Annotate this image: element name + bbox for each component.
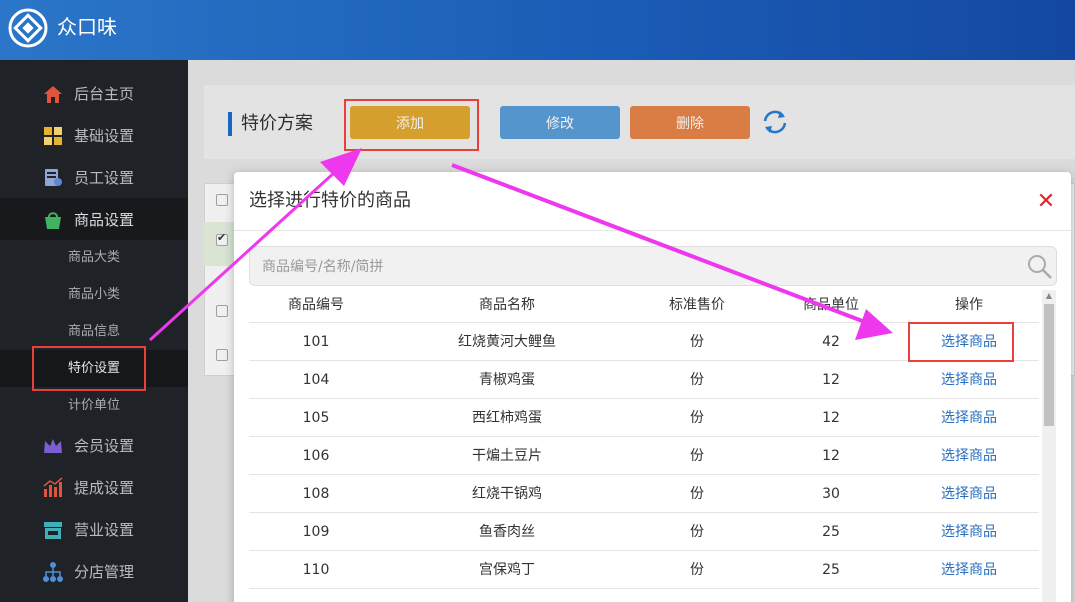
scrollbar-thumb[interactable] — [1044, 304, 1054, 426]
sidebar-item-member-settings[interactable]: 会员设置 — [0, 424, 188, 466]
sidebar-item-label: 员工设置 — [74, 169, 135, 187]
table-row: 104 青椒鸡蛋 份 12 选择商品 — [249, 360, 1039, 398]
sidebar-item-label: 分店管理 — [74, 563, 135, 581]
sidebar-sub-item-label: 商品小类 — [68, 287, 121, 302]
sidebar-item-label: 基础设置 — [74, 127, 135, 145]
bag-icon — [45, 212, 61, 229]
sidebar-item-label: 商品设置 — [74, 211, 135, 229]
goods-name: 鱼香肉丝 — [479, 524, 535, 540]
highlight-box-select-goods — [908, 322, 1014, 362]
goods-name: 西红柿鸡蛋 — [472, 410, 542, 426]
goods-price: 份 — [690, 372, 704, 388]
goods-code: 110 — [302, 562, 330, 578]
sidebar-sub-item-label: 商品信息 — [68, 324, 121, 339]
sidebar-item-goods-settings[interactable]: 商品设置 — [0, 198, 188, 240]
goods-unit: 12 — [822, 410, 840, 426]
table-row: 109 鱼香肉丝 份 25 选择商品 — [249, 512, 1039, 550]
goods-code: 108 — [302, 486, 330, 502]
close-icon[interactable]: ✕ — [1034, 190, 1058, 214]
sidebar-item-label: 会员设置 — [74, 437, 135, 455]
goods-price: 份 — [690, 524, 704, 540]
goods-price: 份 — [690, 334, 704, 350]
store-icon — [44, 522, 62, 539]
goods-unit: 25 — [822, 562, 840, 578]
goods-code: 101 — [302, 334, 330, 350]
select-goods-link[interactable]: 选择商品 — [899, 437, 1039, 475]
sitemap-icon — [43, 562, 63, 582]
sidebar-sub-item-label: 计价单位 — [68, 398, 121, 413]
column-header-action: 操作 — [955, 297, 983, 313]
highlight-box-add — [344, 99, 479, 151]
table-row: 105 西红柿鸡蛋 份 12 选择商品 — [249, 398, 1039, 436]
column-header-unit: 商品单位 — [803, 297, 859, 313]
column-header-price: 标准售价 — [669, 297, 725, 313]
sidebar-item-label: 提成设置 — [74, 479, 135, 497]
grid-icon — [44, 127, 62, 145]
goods-price: 份 — [690, 448, 704, 464]
goods-price: 份 — [690, 410, 704, 426]
sidebar-sub-item-goods-info[interactable]: 商品信息 — [0, 313, 188, 350]
goods-name: 红烧黄河大鲤鱼 — [458, 334, 556, 350]
goods-unit: 12 — [822, 372, 840, 388]
scroll-up-icon[interactable]: ▲ — [1042, 290, 1056, 302]
goods-price: 份 — [690, 486, 704, 502]
goods-name: 干煸土豆片 — [472, 448, 542, 464]
select-goods-link[interactable]: 选择商品 — [899, 361, 1039, 399]
table-row — [249, 588, 1039, 602]
goods-unit: 30 — [822, 486, 840, 502]
divider — [234, 230, 1071, 231]
goods-unit: 25 — [822, 524, 840, 540]
sidebar-item-basic-settings[interactable]: 基础设置 — [0, 114, 188, 156]
sidebar-sub-item-unit[interactable]: 计价单位 — [0, 387, 188, 424]
highlight-box-special-price — [32, 346, 146, 391]
select-goods-link[interactable]: 选择商品 — [899, 475, 1039, 513]
sidebar-sub-item-subcategory[interactable]: 商品小类 — [0, 276, 188, 313]
sidebar-item-business-settings[interactable]: 营业设置 — [0, 508, 188, 550]
sidebar-item-staff-settings[interactable]: 员工设置 — [0, 156, 188, 198]
select-goods-link[interactable]: 选择商品 — [899, 551, 1039, 589]
goods-name: 青椒鸡蛋 — [479, 372, 535, 388]
table-row: 110 宫保鸡丁 份 25 选择商品 — [249, 550, 1039, 588]
sidebar-item-label: 营业设置 — [74, 521, 135, 539]
home-icon — [44, 86, 62, 103]
goods-code: 105 — [302, 410, 330, 426]
goods-name: 宫保鸡丁 — [479, 562, 535, 578]
search-input[interactable] — [262, 256, 1002, 278]
goods-unit: 42 — [822, 334, 840, 350]
sidebar-item-commission-settings[interactable]: 提成设置 — [0, 466, 188, 508]
goods-name: 红烧干锅鸡 — [472, 486, 542, 502]
column-header-name: 商品名称 — [479, 297, 535, 313]
column-header-code: 商品编号 — [288, 297, 344, 313]
sidebar-sub-item-label: 商品大类 — [68, 250, 121, 265]
search-box — [249, 246, 1057, 286]
modal-title: 选择进行特价的商品 — [249, 190, 411, 211]
sidebar-sub-item-category[interactable]: 商品大类 — [0, 239, 188, 276]
logo-icon — [8, 8, 48, 48]
sidebar-item-label: 后台主页 — [74, 85, 135, 103]
staff-icon — [45, 169, 62, 186]
table-row: 108 红烧干锅鸡 份 30 选择商品 — [249, 474, 1039, 512]
search-icon[interactable] — [1026, 253, 1054, 281]
sidebar-item-home[interactable]: 后台主页 — [0, 72, 188, 114]
chart-icon — [43, 477, 63, 497]
top-header: 众口味 — [0, 0, 1075, 60]
crown-icon — [44, 439, 62, 453]
select-goods-link[interactable]: 选择商品 — [899, 513, 1039, 551]
goods-code: 106 — [302, 448, 330, 464]
goods-price: 份 — [690, 562, 704, 578]
app-title: 众口味 — [57, 15, 117, 39]
select-goods-link[interactable]: 选择商品 — [899, 399, 1039, 437]
goods-code: 109 — [302, 524, 330, 540]
select-goods-modal: 选择进行特价的商品 ✕ 商品编号 商品名称 标准售价 商品单位 操作 101 红… — [234, 172, 1071, 602]
goods-code: 104 — [302, 372, 330, 388]
sidebar-item-branch-management[interactable]: 分店管理 — [0, 550, 188, 592]
table-row: 106 干煸土豆片 份 12 选择商品 — [249, 436, 1039, 474]
goods-unit: 12 — [822, 448, 840, 464]
